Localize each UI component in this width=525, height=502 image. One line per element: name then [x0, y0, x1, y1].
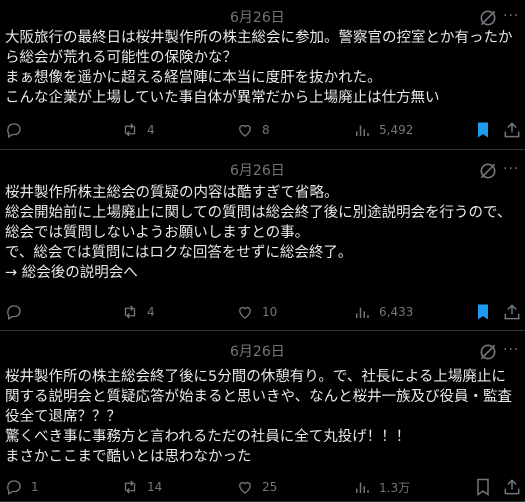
repost-icon — [124, 305, 136, 319]
post-date[interactable]: 6月26日 — [230, 162, 285, 180]
like-button[interactable]: 25 — [236, 475, 277, 499]
reply-icon — [7, 123, 21, 138]
like-count: 10 — [262, 305, 278, 319]
repost-icon — [124, 123, 136, 137]
views-count: 5,492 — [379, 123, 414, 137]
reply-button[interactable]: 1 — [5, 475, 39, 499]
bookmark-icon[interactable] — [473, 302, 493, 322]
more-icon[interactable]: ··· — [503, 6, 523, 26]
repost-count: 14 — [147, 480, 163, 494]
post-text: 桜井製作所の株主総会終了後に5分間の休憩有り。で、社長による上場廃止に関する説明… — [5, 369, 513, 465]
views-count: 6,433 — [379, 305, 414, 319]
post-actions: 1 14 25 1.3万 — [0, 475, 525, 499]
reply-button[interactable] — [5, 300, 31, 324]
views-button[interactable]: 1.3万 — [353, 475, 410, 499]
repost-button[interactable]: 4 — [121, 300, 155, 324]
reply-button[interactable] — [5, 118, 31, 142]
more-icon[interactable]: ··· — [503, 340, 523, 360]
repost-button[interactable]: 4 — [121, 118, 155, 142]
repost-button[interactable]: 14 — [121, 475, 162, 499]
views-icon — [356, 482, 369, 493]
post-actions: 4 8 5,492 — [0, 118, 525, 142]
more-icon[interactable]: ··· — [503, 159, 523, 179]
views-icon — [356, 307, 369, 318]
post-text: 桜井製作所株主総会の質疑の内容は酷すぎて省略。 総会開始前に上場廃止に関しての質… — [5, 185, 512, 281]
like-count: 8 — [262, 123, 270, 137]
post-text: 大阪旅行の最終日は桜井製作所の株主総会に参加。警察官の控室とか有ったから総会が荒… — [5, 30, 513, 106]
redacted-header — [0, 153, 225, 181]
post-3[interactable]: 6月26日 ··· 桜井製作所の株主総会終了後に5分間の休憩有り。で、社長による… — [0, 334, 525, 502]
bookmark-icon[interactable] — [473, 120, 493, 140]
grok-icon[interactable] — [478, 342, 498, 362]
share-icon[interactable] — [502, 477, 522, 497]
post-date[interactable]: 6月26日 — [230, 343, 285, 361]
like-icon — [239, 306, 251, 319]
like-icon — [239, 124, 251, 137]
repost-count: 4 — [147, 305, 155, 319]
post-date[interactable]: 6月26日 — [230, 9, 285, 27]
share-icon[interactable] — [502, 120, 522, 140]
views-icon — [356, 125, 369, 136]
views-count: 1.3万 — [379, 480, 411, 495]
like-icon — [239, 481, 251, 494]
bookmark-icon[interactable] — [473, 477, 493, 497]
views-button[interactable]: 6,433 — [353, 300, 413, 324]
post-1[interactable]: 6月26日 ··· 大阪旅行の最終日は桜井製作所の株主総会に参加。警察官の控室と… — [0, 0, 525, 150]
repost-count: 4 — [147, 123, 155, 137]
grok-icon[interactable] — [478, 161, 498, 181]
like-count: 25 — [262, 480, 278, 494]
share-icon[interactable] — [502, 302, 522, 322]
repost-icon — [124, 480, 136, 494]
views-button[interactable]: 5,492 — [353, 118, 413, 142]
post-2[interactable]: 6月26日 ··· 桜井製作所株主総会の質疑の内容は酷すぎて省略。 総会開始前に… — [0, 153, 525, 331]
reply-icon — [7, 480, 21, 495]
like-button[interactable]: 10 — [236, 300, 277, 324]
grok-icon[interactable] — [478, 8, 498, 28]
like-button[interactable]: 8 — [236, 118, 270, 142]
reply-icon — [7, 305, 21, 320]
post-actions: 4 10 6,433 — [0, 300, 525, 324]
reply-count: 1 — [31, 480, 39, 494]
